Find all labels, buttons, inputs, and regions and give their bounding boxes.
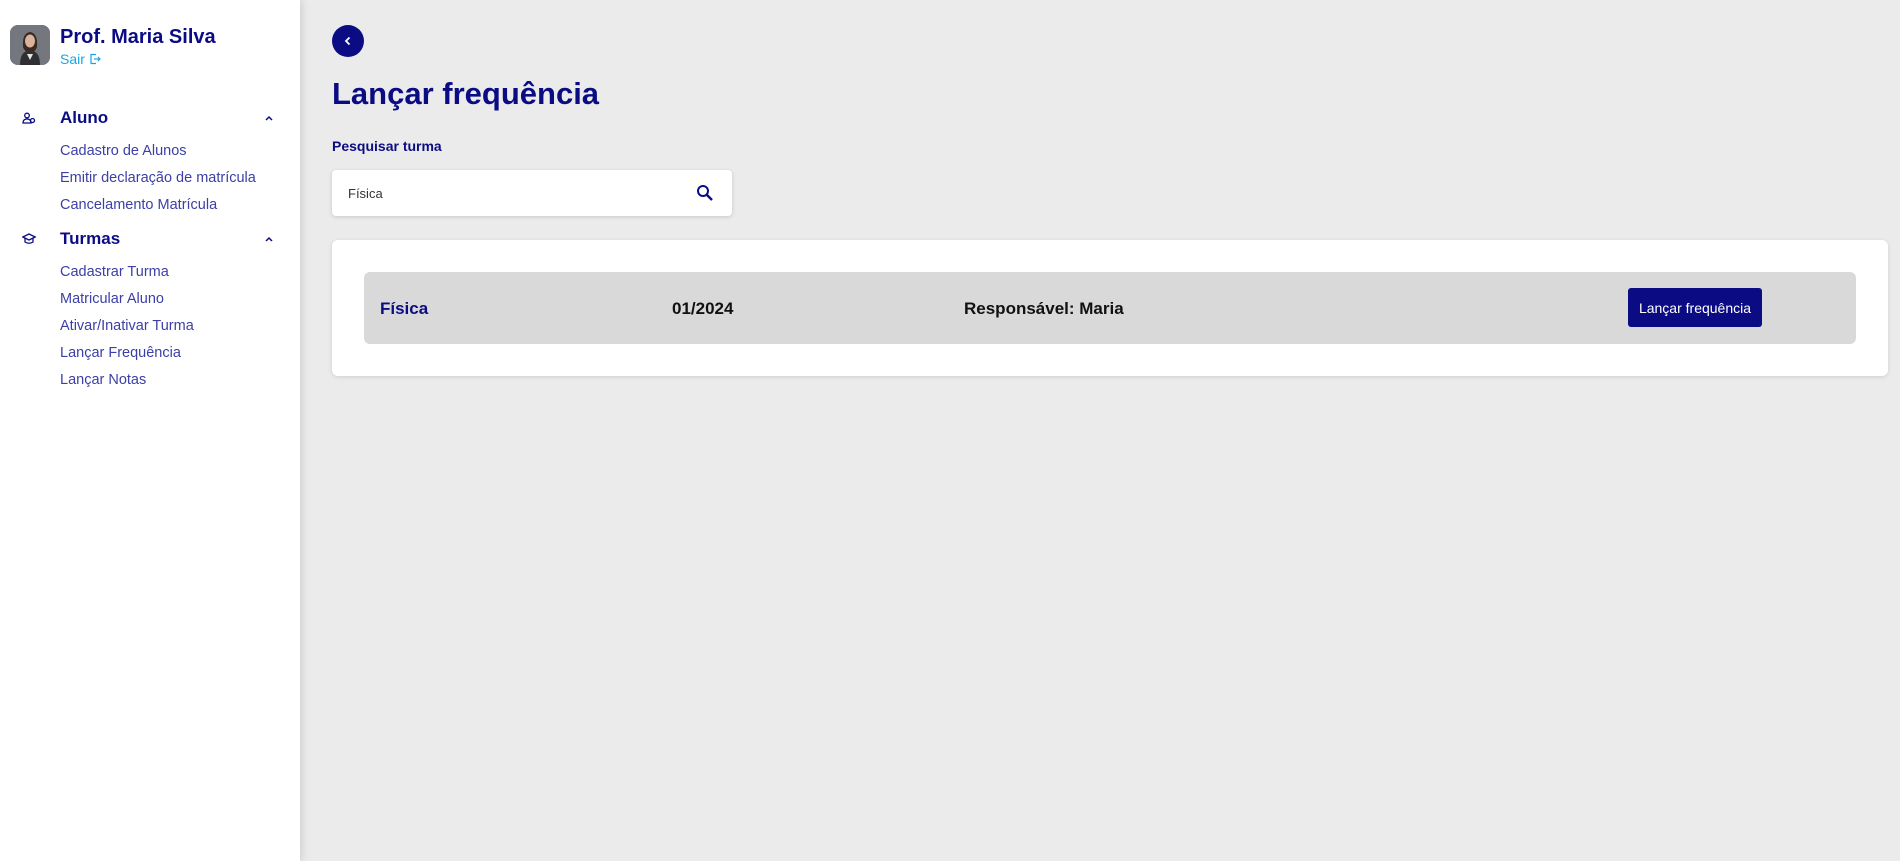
main-content: Lançar frequência Pesquisar turma Física… bbox=[300, 0, 1900, 861]
class-period: 01/2024 bbox=[672, 299, 734, 318]
search-input[interactable] bbox=[332, 170, 682, 216]
nav-sub-list: Cadastro de Alunos Emitir declaração de … bbox=[0, 140, 300, 221]
sidebar-item-cancelamento-matricula[interactable]: Cancelamento Matrícula bbox=[0, 194, 300, 221]
logout-icon bbox=[90, 53, 101, 65]
chevron-up-icon bbox=[265, 115, 273, 121]
search-icon[interactable] bbox=[696, 184, 714, 202]
graduation-cap-icon bbox=[22, 233, 36, 244]
launch-attendance-button[interactable]: Lançar frequência bbox=[1628, 288, 1762, 327]
sidebar-item-emitir-declaracao[interactable]: Emitir declaração de matrícula bbox=[0, 167, 300, 194]
chevron-left-icon bbox=[344, 36, 351, 46]
sidebar-item-cadastrar-turma[interactable]: Cadastrar Turma bbox=[0, 261, 300, 288]
sidebar-item-ativar-inativar-turma[interactable]: Ativar/Inativar Turma bbox=[0, 315, 300, 342]
nav-group-header-aluno[interactable]: Aluno bbox=[0, 106, 300, 130]
avatar bbox=[10, 25, 50, 65]
sidebar-item-lancar-notas[interactable]: Lançar Notas bbox=[0, 369, 300, 396]
chevron-up-icon bbox=[265, 236, 273, 242]
page-title: Lançar frequência bbox=[332, 76, 600, 111]
table-row: Física 01/2024 Responsável: Maria Lançar… bbox=[364, 272, 1856, 344]
results-card: Física 01/2024 Responsável: Maria Lançar… bbox=[332, 240, 1888, 376]
users-icon bbox=[22, 112, 36, 124]
class-responsible: Responsável: Maria bbox=[964, 299, 1124, 318]
nav-group-header-turmas[interactable]: Turmas bbox=[0, 227, 300, 251]
nav-group-aluno: Aluno Cadastro de Alunos Emitir declaraç… bbox=[0, 106, 300, 221]
sidebar-item-matricular-aluno[interactable]: Matricular Aluno bbox=[0, 288, 300, 315]
nav-sub-list: Cadastrar Turma Matricular Aluno Ativar/… bbox=[0, 261, 300, 396]
search-box bbox=[332, 170, 732, 216]
logout-label: Sair bbox=[60, 51, 85, 67]
user-profile: Prof. Maria Silva Sair bbox=[10, 25, 216, 67]
search-label: Pesquisar turma bbox=[332, 138, 442, 154]
sidebar-item-cadastro-alunos[interactable]: Cadastro de Alunos bbox=[0, 140, 300, 167]
sidebar: Prof. Maria Silva Sair Aluno Cadastro de… bbox=[0, 0, 300, 861]
sidebar-item-lancar-frequencia[interactable]: Lançar Frequência bbox=[0, 342, 300, 369]
nav-group-turmas: Turmas Cadastrar Turma Matricular Aluno … bbox=[0, 227, 300, 396]
nav-group-label: Turmas bbox=[60, 229, 121, 248]
back-button[interactable] bbox=[332, 25, 364, 57]
logout-link[interactable]: Sair bbox=[60, 51, 216, 67]
nav-group-label: Aluno bbox=[60, 108, 109, 127]
class-name: Física bbox=[380, 299, 429, 318]
user-name: Prof. Maria Silva bbox=[60, 26, 216, 48]
